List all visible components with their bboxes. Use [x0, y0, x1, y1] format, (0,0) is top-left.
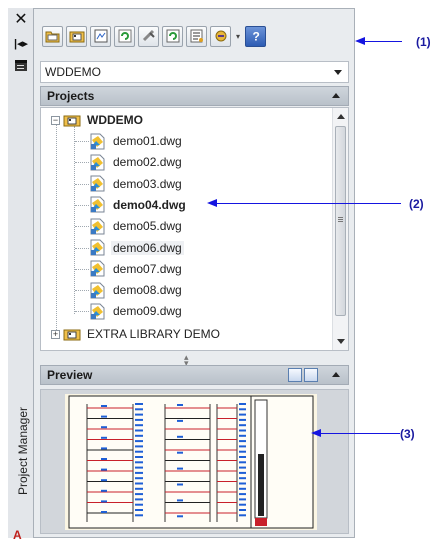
tree-drawing-label: demo01.dwg [113, 134, 182, 148]
callout-line [214, 203, 401, 204]
refresh-icon[interactable] [114, 25, 135, 47]
tree-drawing-item[interactable]: demo01.dwg [69, 131, 184, 151]
tree-drawing-item[interactable]: demo08.dwg [69, 280, 184, 300]
collapse-icon[interactable] [332, 372, 340, 377]
callout-line [362, 41, 402, 42]
palette-title-bar: ✕ |◂▸ Project Manager A [8, 8, 34, 542]
preview-icon[interactable] [288, 368, 302, 382]
autocad-electrical-icon: A [13, 528, 22, 542]
tree-project-label: EXTRA LIBRARY DEMO [87, 327, 220, 341]
project-toolbar: ▾ ? [42, 23, 266, 49]
chevron-down-icon[interactable] [334, 70, 342, 75]
project-wide-utilities-icon[interactable] [162, 25, 183, 47]
tree-drawing-item[interactable]: demo06.dwg [69, 238, 184, 258]
properties-icon[interactable] [12, 56, 30, 74]
preview-section-header[interactable]: Preview [40, 365, 349, 385]
drawing-file-icon [90, 196, 105, 213]
drawing-list-report-icon[interactable] [186, 25, 207, 47]
tree-scrollbar[interactable] [332, 108, 348, 350]
collapse-icon[interactable]: − [51, 115, 60, 125]
drawing-preview [40, 389, 349, 534]
tree-drawing-item[interactable]: demo07.dwg [69, 259, 184, 279]
tree-drawing-label: demo06.dwg [111, 240, 184, 255]
auto-hide-icon[interactable]: |◂▸ [12, 34, 30, 52]
callout-label-1: (1) [416, 35, 431, 49]
tree-drawing-label: demo03.dwg [113, 176, 182, 191]
new-project-icon[interactable] [66, 25, 87, 47]
tree-drawing-item[interactable]: demo03.dwg [69, 174, 184, 194]
project-task-list-icon[interactable] [210, 25, 231, 47]
tree-drawing-item[interactable]: demo02.dwg [69, 152, 184, 172]
tree-drawing-label: demo05.dwg [113, 219, 182, 234]
close-icon[interactable]: ✕ [12, 10, 30, 28]
schematic-preview-image [68, 395, 314, 529]
help-icon[interactable]: ? [245, 25, 266, 47]
project-tree: − WDDEMO demo01.dwg demo02.dwg demo03.dwg d… [40, 107, 349, 351]
callout-label-3: (3) [400, 427, 415, 441]
tree-drawing-label: demo02.dwg [113, 155, 182, 170]
tree-drawing-item[interactable]: demo04.dwg [69, 195, 188, 215]
drawing-file-icon [90, 260, 105, 277]
scroll-up-icon[interactable] [337, 114, 345, 119]
project-icon [63, 115, 81, 127]
drawing-file-icon [90, 154, 105, 171]
palette-title: Project Manager [16, 406, 30, 496]
tree-drawing-item[interactable]: demo05.dwg [69, 216, 184, 236]
callout-line [318, 433, 400, 434]
collapse-icon[interactable] [332, 93, 340, 98]
project-dropdown-value: WDDEMO [45, 65, 101, 79]
project-dropdown[interactable]: WDDEMO [40, 61, 349, 83]
scrollbar-thumb[interactable] [335, 126, 346, 316]
svg-text:?: ? [252, 30, 259, 44]
preview-section-title: Preview [47, 368, 93, 382]
tree-project-extra-library[interactable]: + EXTRA LIBRARY DEMO [51, 324, 222, 344]
expand-icon[interactable]: + [51, 329, 60, 339]
project-icon [63, 329, 81, 341]
project-wide-update-icon[interactable] [138, 25, 159, 47]
tree-drawing-item[interactable]: demo09.dwg [69, 301, 184, 321]
drawing-file-icon [90, 133, 105, 149]
projects-section-header[interactable]: Projects [40, 86, 349, 106]
projects-section-title: Projects [47, 89, 95, 103]
tree-drawing-label: demo08.dwg [113, 283, 182, 298]
drawing-file-icon [90, 175, 105, 192]
project-manager-panel: ▾ ? WDDEMO Projects − WDDEMO demo01.dwg d… [34, 8, 355, 538]
open-project-icon[interactable] [42, 25, 63, 47]
chevron-down-icon[interactable]: ▾ [234, 32, 242, 41]
drawing-thumbnail [65, 394, 317, 530]
tree-drawing-label: demo09.dwg [113, 304, 182, 319]
drawing-file-icon [90, 218, 105, 235]
new-drawing-icon[interactable] [90, 25, 111, 47]
scroll-down-icon[interactable] [337, 339, 345, 344]
details-icon[interactable] [304, 368, 318, 382]
tree-root-label: WDDEMO [87, 113, 143, 127]
tree-root-project[interactable]: − WDDEMO [51, 110, 145, 130]
callout-label-2: (2) [409, 197, 424, 211]
drawing-file-icon [90, 239, 105, 256]
tree-drawing-label: demo04.dwg [113, 197, 186, 212]
drawing-file-icon [90, 282, 105, 299]
tree-drawing-label: demo07.dwg [113, 261, 182, 276]
drawing-file-icon [90, 303, 105, 320]
